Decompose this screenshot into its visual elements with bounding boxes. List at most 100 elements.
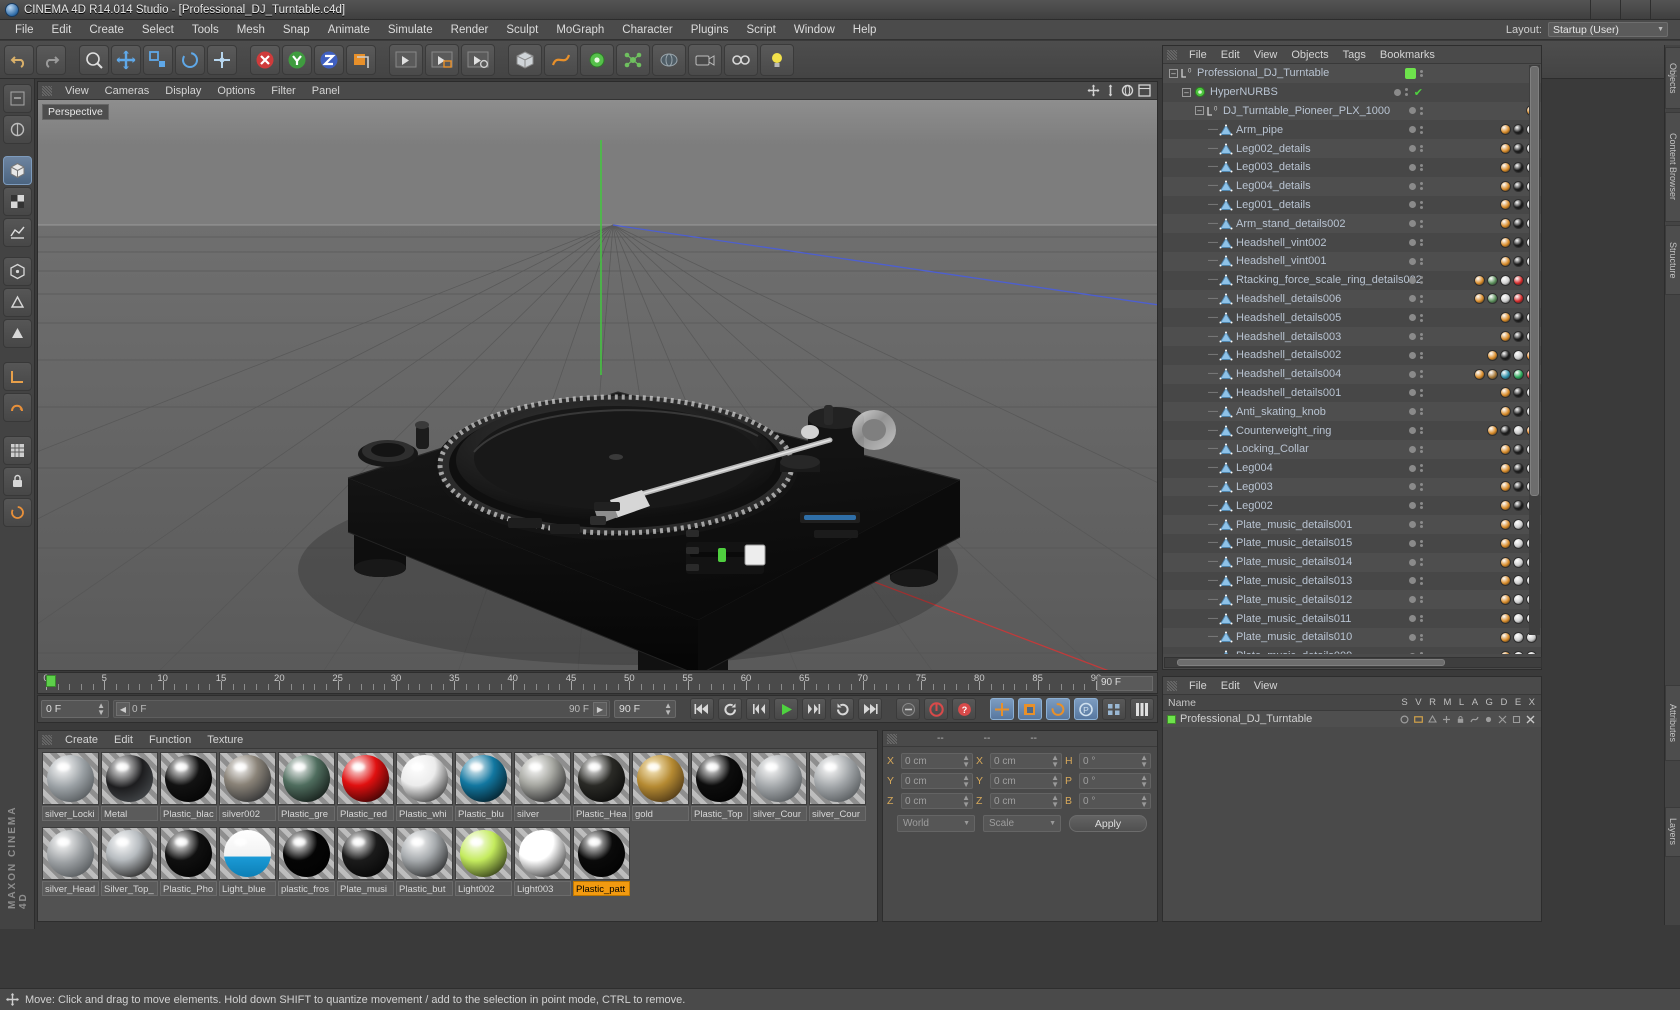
editor-render-visibility-dots[interactable] [1404,88,1408,96]
object-name-label[interactable]: Headshell_details006 [1236,293,1341,305]
menu-file[interactable]: File [6,22,43,38]
material-tag-icon[interactable] [1513,443,1524,455]
workplane-rotate-button[interactable] [3,498,32,527]
material-name-label[interactable]: Plastic_whi [396,806,453,821]
panel-grip-icon[interactable] [887,733,897,744]
object-tree-row[interactable]: — Leg002 [1163,496,1541,516]
material-name-label[interactable]: Plastic_patt [573,881,630,896]
tree-expander-icon[interactable]: – [1195,106,1204,116]
loop-playback-button[interactable] [718,698,742,720]
object-tree-row[interactable]: — Plate_music_details015 [1163,533,1541,553]
material-preview[interactable] [632,752,689,805]
phong-tag-icon[interactable] [1487,349,1498,361]
object-name-label[interactable]: Leg004_details [1236,180,1311,192]
material-name-label[interactable]: Plastic_Top [691,806,748,821]
object-visibility-dots[interactable] [1409,351,1423,360]
spinner-arrows-icon[interactable]: ▲ ▼ [1051,794,1059,809]
object-visibility-dots[interactable] [1409,483,1423,491]
visibility-dot[interactable] [1409,220,1416,228]
world-object-coordinates-button[interactable] [346,44,376,75]
phong-tag-icon[interactable] [1500,406,1511,418]
visibility-dot[interactable] [1409,558,1416,566]
material-name-label[interactable]: gold [632,806,689,821]
editor-render-visibility-dots[interactable] [1420,126,1423,134]
panel-grip-icon[interactable] [42,734,52,745]
object-visibility-dots[interactable] [1409,332,1423,341]
rot-b-field[interactable]: 0 ° ▲ ▼ [1079,793,1151,809]
visibility-dot[interactable] [1409,182,1416,190]
editor-render-visibility-dots[interactable] [1420,163,1423,172]
record-keyframe-button[interactable] [896,698,920,720]
phong-tag-icon[interactable] [1500,180,1511,192]
material-swatch[interactable]: Light003 [513,827,572,900]
panel-grip-icon[interactable] [42,85,52,96]
object-name-label[interactable]: Leg003_details [1236,161,1311,173]
move-tool-button[interactable] [111,44,141,75]
visibility-dot[interactable] [1409,163,1416,171]
material-tag-icon[interactable] [1513,143,1524,155]
object-name-label[interactable]: Leg002_details [1236,143,1311,155]
material-tag-icon[interactable] [1513,331,1524,343]
object-visibility-dots[interactable] [1409,201,1423,209]
preview-end-spinner[interactable]: 90 F ▲ ▼ [614,700,676,718]
viewport-menu-panel[interactable]: Panel [304,84,348,98]
material-tag-icon[interactable] [1513,161,1524,173]
object-name-label[interactable]: Plate_music_details013 [1236,575,1352,587]
spinner-arrows-icon[interactable]: ▲ ▼ [962,794,970,809]
scale-tool-button[interactable] [143,44,173,75]
go-to-end-button[interactable] [858,698,882,720]
object-name-label[interactable]: Headshell_details004 [1236,368,1341,380]
material-name-label[interactable]: Metal [101,806,158,821]
object-visibility-dots[interactable] [1409,295,1423,303]
material-tag-icon[interactable] [1513,575,1524,587]
object-visibility-dots[interactable] [1409,426,1423,435]
spinner-arrows-icon[interactable]: ▲ ▼ [962,754,970,769]
material-name-label[interactable]: Plastic_red [337,806,394,821]
add-light-button[interactable] [760,43,794,76]
material-tag-icon[interactable] [1513,237,1524,249]
viewport-menu-view[interactable]: View [57,84,97,98]
object-visibility-dots[interactable] [1409,558,1423,566]
object-visibility-dots[interactable] [1409,389,1423,397]
editor-render-visibility-dots[interactable] [1420,351,1423,360]
material-preview[interactable] [691,752,748,805]
current-frame-marker[interactable] [46,675,56,687]
menu-animate[interactable]: Animate [319,22,379,38]
pos-x-field[interactable]: 0 cm ▲ ▼ [901,753,973,769]
material-swatch[interactable]: Plastic_Top [690,752,749,825]
attributes-column-header-cell[interactable]: R [1429,697,1436,708]
visibility-dot[interactable] [1409,370,1416,378]
editor-render-visibility-dots[interactable] [1420,520,1423,529]
menu-mesh[interactable]: Mesh [228,22,274,38]
object-name-label[interactable]: Counterweight_ring [1236,425,1331,437]
object-visibility-dots[interactable] [1405,67,1423,79]
object-visibility-dots[interactable] [1409,633,1423,642]
material-tag-icon[interactable] [1500,368,1511,380]
attributes-menu-file[interactable]: File [1182,679,1214,693]
visibility-dot[interactable] [1409,633,1416,641]
phong-tag-icon[interactable] [1487,425,1498,437]
object-tree-row[interactable]: — Plate_music_details009 [1163,646,1541,654]
material-preview[interactable] [160,752,217,805]
material-preview[interactable] [160,827,217,880]
material-menu-edit[interactable]: Edit [106,733,141,747]
editor-render-visibility-dots[interactable] [1420,633,1423,642]
phong-tag-icon[interactable] [1500,631,1511,643]
object-name-label[interactable]: Leg001_details [1236,199,1311,211]
material-preview[interactable] [278,752,335,805]
editor-render-visibility-dots[interactable] [1420,69,1423,78]
spinner-arrows-icon[interactable]: ▲ ▼ [962,774,970,789]
phong-tag-icon[interactable] [1500,255,1511,267]
material-tag-icon[interactable] [1513,368,1524,380]
object-tree-row[interactable]: — Headshell_details001 [1163,383,1541,403]
phong-tag-icon[interactable] [1500,575,1511,587]
preview-spinner-arrows-icon[interactable]: ▲ ▼ [664,702,672,717]
object-tree-row[interactable]: — Anti_skating_knob [1163,402,1541,422]
polygon-mode-button[interactable] [3,218,32,247]
visibility-dot[interactable] [1409,333,1416,341]
rotate-tool-button[interactable] [175,44,205,75]
spinner-arrows-icon[interactable]: ▲ ▼ [1051,754,1059,769]
object-tree-row[interactable]: — Plate_music_details013 [1163,571,1541,591]
attributes-column-header-cell[interactable]: M [1443,697,1451,708]
material-name-label[interactable]: Light002 [455,881,512,896]
